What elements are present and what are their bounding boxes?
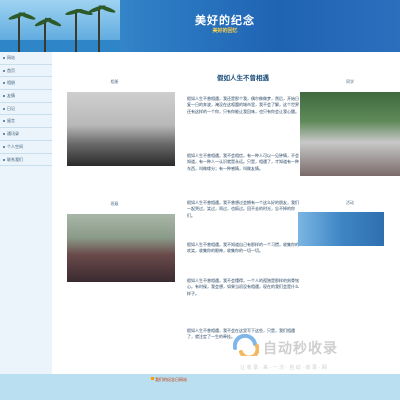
sidebar-item-label: 网站 [7, 55, 15, 60]
sidebar-item-1[interactable]: 首页 [0, 65, 52, 78]
sidebar-item-label: 首页 [7, 67, 15, 73]
left-caption-top: 相册 [110, 79, 119, 84]
group-photo-3[interactable] [300, 92, 400, 176]
right-caption-top: 同学 [346, 79, 354, 84]
palm-tree-icon [98, 8, 100, 52]
sidebar-item-label: 日记 [7, 105, 15, 111]
bullet-icon [3, 120, 5, 123]
group-photo-1[interactable] [67, 92, 175, 166]
sidebar-item-label: 通讯录 [7, 131, 19, 137]
sidebar-item-8[interactable]: 联系我们 [0, 154, 52, 167]
sidebar-item-4[interactable]: 日记 [0, 103, 52, 116]
sidebar-item-3[interactable]: 友情 [0, 90, 52, 103]
right-caption-mid: 活动 [346, 200, 354, 205]
bullet-icon [3, 69, 5, 72]
footer-icon [151, 377, 154, 380]
left-column: 相册 班级 [52, 52, 177, 374]
main-content: 相册 班级 假如人生不曾相遇 假如人生不曾相遇，我还是那个我，偶尔做做梦，然后，… [52, 52, 400, 374]
article-paragraph: 假如人生不曾相遇，我不会相信，有一种人可以一见钟情，不会知道，有一种人一认识就是… [187, 153, 299, 171]
sidebar-item-6[interactable]: 通讯录 [0, 128, 52, 141]
sidebar-item-5[interactable]: 留言 [0, 115, 52, 129]
article-paragraph: 假如人生不曾相遇，我不会懂得，一个人的孤独是那样的刻骨铭心。有时候，我会想，如果… [187, 278, 299, 296]
palm-tree-icon [75, 12, 77, 52]
site-title: 美好的纪念 [195, 14, 255, 27]
header-banner: 美好的纪念 美好的回忆 [0, 0, 400, 52]
watermark-logo-icon [232, 333, 260, 360]
sidebar-item-label: 留言 [7, 118, 15, 124]
sidebar-item-7[interactable]: 个人空间 [0, 141, 52, 154]
article-paragraph: 假如人生不曾相遇，我不知道自己有那样的一个习惯，收集你的欢笑，收集你的眼神，收集… [187, 242, 299, 254]
site-subtitle: 美好的回忆 [212, 28, 238, 34]
watermark: 自动秒收录 让 收 录 · 来 · 一 次 · 自 动 · 收 录 · 网 [232, 330, 383, 378]
bullet-icon [3, 145, 5, 148]
palm-tree-icon [44, 22, 46, 52]
palm-tree-icon [18, 16, 20, 52]
bullet-icon [3, 82, 5, 85]
footer-link[interactable]: 我们的纪念日网站 [155, 377, 187, 383]
right-banner-image[interactable] [298, 212, 384, 246]
article-paragraph: 假如人生不曾相遇，我还是那个我，偶尔做做梦，然后，开始日复一日的奔波，淹没在这喧… [187, 96, 299, 114]
article-title: 假如人生不曾相遇 [217, 74, 269, 82]
sidebar-item-label: 个人空间 [7, 143, 23, 149]
sidebar-item-label: 友情 [7, 93, 15, 99]
watermark-text: 自动秒收录 [263, 341, 338, 357]
bullet-icon [3, 95, 5, 98]
sidebar-item-2[interactable]: 相册 [0, 77, 52, 91]
group-photo-2[interactable] [67, 214, 175, 282]
sidebar-nav: 网站 首页 相册 友情 日记 留言 通讯录 个人空间 联系我们 [0, 52, 53, 374]
bullet-icon [3, 158, 5, 161]
sidebar-item-label: 联系我们 [7, 156, 23, 162]
bullet-icon [3, 107, 5, 110]
bullet-icon [3, 133, 5, 136]
beach-scene [0, 0, 120, 52]
sidebar-item-label: 相册 [7, 80, 15, 86]
bullet-icon [3, 57, 5, 59]
article-paragraph: 假如人生不曾相遇，我不曾想过会拥有一个这么好的朋友，我们一起哭过，笑过，闹过，也… [187, 200, 299, 218]
footer: 我们的纪念日网站 [0, 374, 400, 400]
sidebar-item-0[interactable]: 网站 [0, 52, 52, 65]
left-caption-mid: 班级 [110, 201, 119, 206]
watermark-subtext: 让 收 录 · 来 · 一 次 · 自 动 · 收 录 · 网 [240, 365, 327, 371]
